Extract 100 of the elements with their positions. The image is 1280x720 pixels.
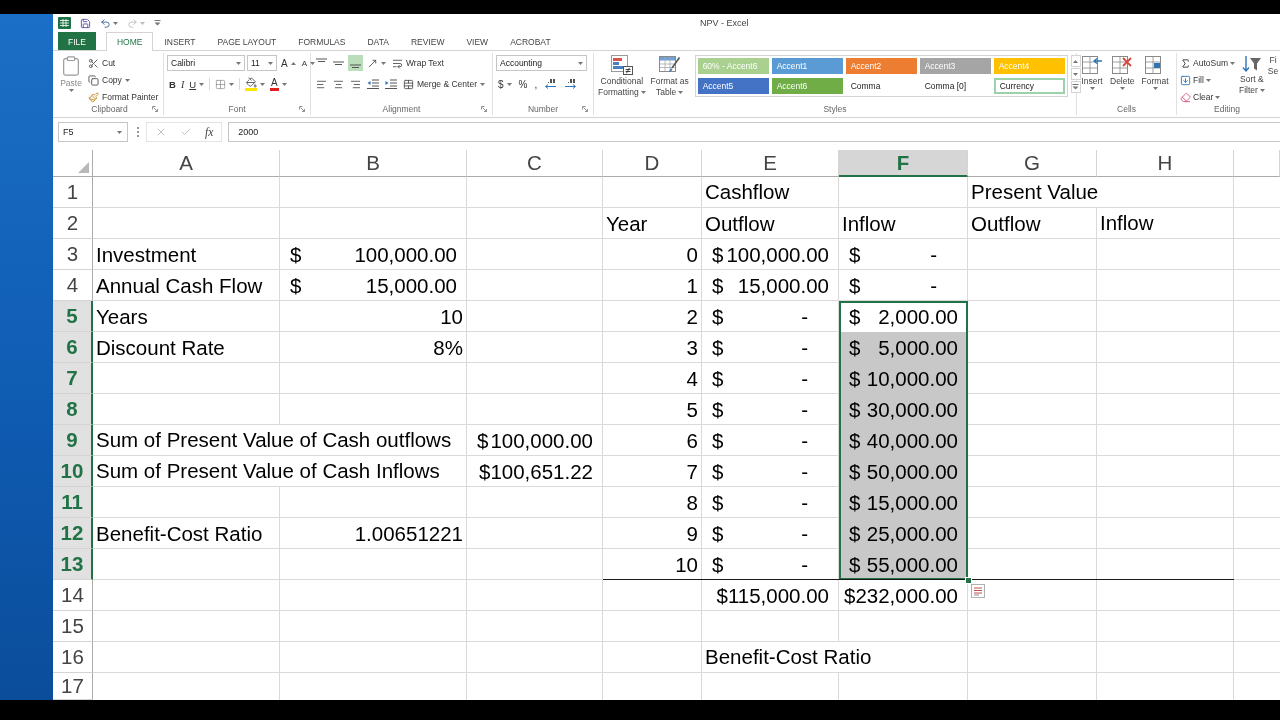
wrap-text-button[interactable]: Wrap Text: [390, 55, 446, 71]
grow-font-button[interactable]: A: [279, 55, 298, 71]
row-header[interactable]: 12: [53, 518, 93, 549]
save-button[interactable]: [80, 16, 91, 30]
copy-button[interactable]: Copy: [86, 72, 161, 88]
merge-center-button[interactable]: Merge & Center: [401, 76, 487, 92]
undo-button[interactable]: [100, 16, 118, 30]
cell-value: 100,000.00: [726, 242, 829, 267]
caret-icon: [1152, 87, 1158, 90]
list-tag-icon[interactable]: [971, 584, 985, 598]
format-button[interactable]: Format: [1140, 55, 1170, 90]
row-header[interactable]: 15: [53, 611, 93, 642]
align-right-icon: [350, 78, 361, 90]
underline-button[interactable]: U: [187, 76, 207, 92]
currency-symbol: $: [849, 273, 861, 298]
column-header[interactable]: B: [280, 150, 467, 177]
gallery-down-button[interactable]: [1070, 68, 1081, 80]
row-header[interactable]: 17: [53, 673, 93, 700]
currency-style-button[interactable]: $: [496, 76, 514, 92]
column-header[interactable]: [1234, 150, 1280, 177]
row-header[interactable]: 14: [53, 580, 93, 611]
cut-button[interactable]: Cut: [86, 55, 161, 71]
insert-button[interactable]: Insert: [1080, 55, 1104, 90]
fill-color-button[interactable]: [243, 76, 268, 92]
row-header[interactable]: 9: [53, 425, 93, 456]
gallery-more-button[interactable]: [1070, 81, 1081, 93]
cell-value: -: [801, 304, 808, 329]
square-handle-icon[interactable]: [965, 577, 972, 584]
paint-bucket-icon: [245, 77, 258, 91]
window-title: NPV - Excel: [700, 18, 749, 28]
row-header[interactable]: 7: [53, 363, 93, 394]
row-header[interactable]: 5: [53, 301, 93, 332]
column-header[interactable]: G: [968, 150, 1097, 177]
percent-style-button[interactable]: %: [516, 76, 530, 92]
currency-symbol: $: [712, 428, 724, 453]
formula-input[interactable]: 2000: [228, 122, 1280, 142]
conditional-formatting-button[interactable]: Conditional Formatting: [597, 55, 647, 97]
decrease-indent-button[interactable]: [365, 76, 381, 92]
copy-icon: [88, 74, 99, 86]
cell-text: Sum of Present Value of Cash Inflows: [96, 456, 440, 486]
row-header[interactable]: 3: [53, 239, 93, 270]
function-button[interactable]: fx: [205, 126, 214, 138]
currency-symbol: $: [849, 521, 861, 546]
format-painter-button[interactable]: Format Painter: [86, 89, 161, 105]
currency-symbol: $: [849, 459, 861, 484]
align-bottom-button[interactable]: [348, 55, 363, 71]
cell-value: -: [801, 521, 808, 546]
name-box[interactable]: F5: [58, 122, 128, 142]
column-header[interactable]: D: [603, 150, 702, 177]
column-header[interactable]: H: [1097, 150, 1234, 177]
sort-filter-button[interactable]: Sort & Filter: [1237, 55, 1266, 95]
column-header[interactable]: E: [702, 150, 839, 177]
font-size-select[interactable]: 11: [247, 55, 277, 71]
shrink-font-button[interactable]: A: [299, 55, 317, 71]
clear-button[interactable]: Clear: [1178, 89, 1237, 105]
corner-arrow-icon[interactable]: [152, 106, 158, 112]
row-header[interactable]: 6: [53, 332, 93, 363]
column-header[interactable]: F: [839, 150, 968, 177]
italic-button[interactable]: I: [178, 76, 187, 92]
cell-style-option[interactable]: Accent5: [697, 78, 769, 94]
cell-style-option[interactable]: Currency: [993, 78, 1065, 94]
column-header[interactable]: A: [93, 150, 280, 177]
align-center-icon: [333, 78, 344, 90]
select-all-corner[interactable]: [53, 150, 93, 177]
comma-style-button[interactable]: ,: [532, 76, 540, 92]
line-caret-icon: [1072, 84, 1080, 90]
row-header[interactable]: 2: [53, 208, 93, 239]
find-select-button[interactable]: Fi Se: [1266, 55, 1280, 76]
corner-arrow-icon[interactable]: [299, 106, 305, 112]
cell-value: 7: [686, 459, 698, 484]
bold-button[interactable]: B: [167, 76, 178, 92]
row-header[interactable]: 13: [53, 549, 93, 580]
delete-button[interactable]: Delete: [1109, 55, 1136, 90]
gallery-up-button[interactable]: [1070, 55, 1081, 67]
font-color-button[interactable]: A: [268, 76, 289, 92]
ribbon-tab[interactable]: FILE: [58, 32, 96, 50]
fill-button[interactable]: Fill: [1178, 72, 1237, 88]
caret-up-icon: [290, 61, 296, 65]
paste-button[interactable]: Paste: [59, 55, 83, 92]
triangle-icon: [78, 162, 89, 173]
caret-icon: [199, 82, 205, 86]
row-header[interactable]: 4: [53, 270, 93, 301]
increase-indent-button[interactable]: [383, 76, 399, 92]
row-header[interactable]: 11: [53, 487, 93, 518]
font-name-select[interactable]: Calibri: [167, 55, 245, 71]
row-header[interactable]: 16: [53, 642, 93, 673]
cell-value: -: [801, 490, 808, 515]
check-icon[interactable]: [180, 126, 192, 138]
corner-arrow-icon[interactable]: [582, 106, 588, 112]
row-header[interactable]: 10: [53, 456, 93, 487]
column-header[interactable]: C: [467, 150, 603, 177]
row-header[interactable]: 8: [53, 394, 93, 425]
format-as-table-button[interactable]: Format as Table: [648, 55, 691, 97]
corner-arrow-icon[interactable]: [481, 106, 487, 112]
row-header[interactable]: 1: [53, 177, 93, 208]
cell-value: 100,000.00: [490, 428, 593, 453]
autosum-button[interactable]: AutoSum: [1178, 55, 1237, 71]
cell-value: 15,000.00: [737, 273, 829, 298]
number-format-select[interactable]: Accounting: [496, 55, 587, 71]
ribbon-tab[interactable]: HOME: [105, 32, 154, 51]
